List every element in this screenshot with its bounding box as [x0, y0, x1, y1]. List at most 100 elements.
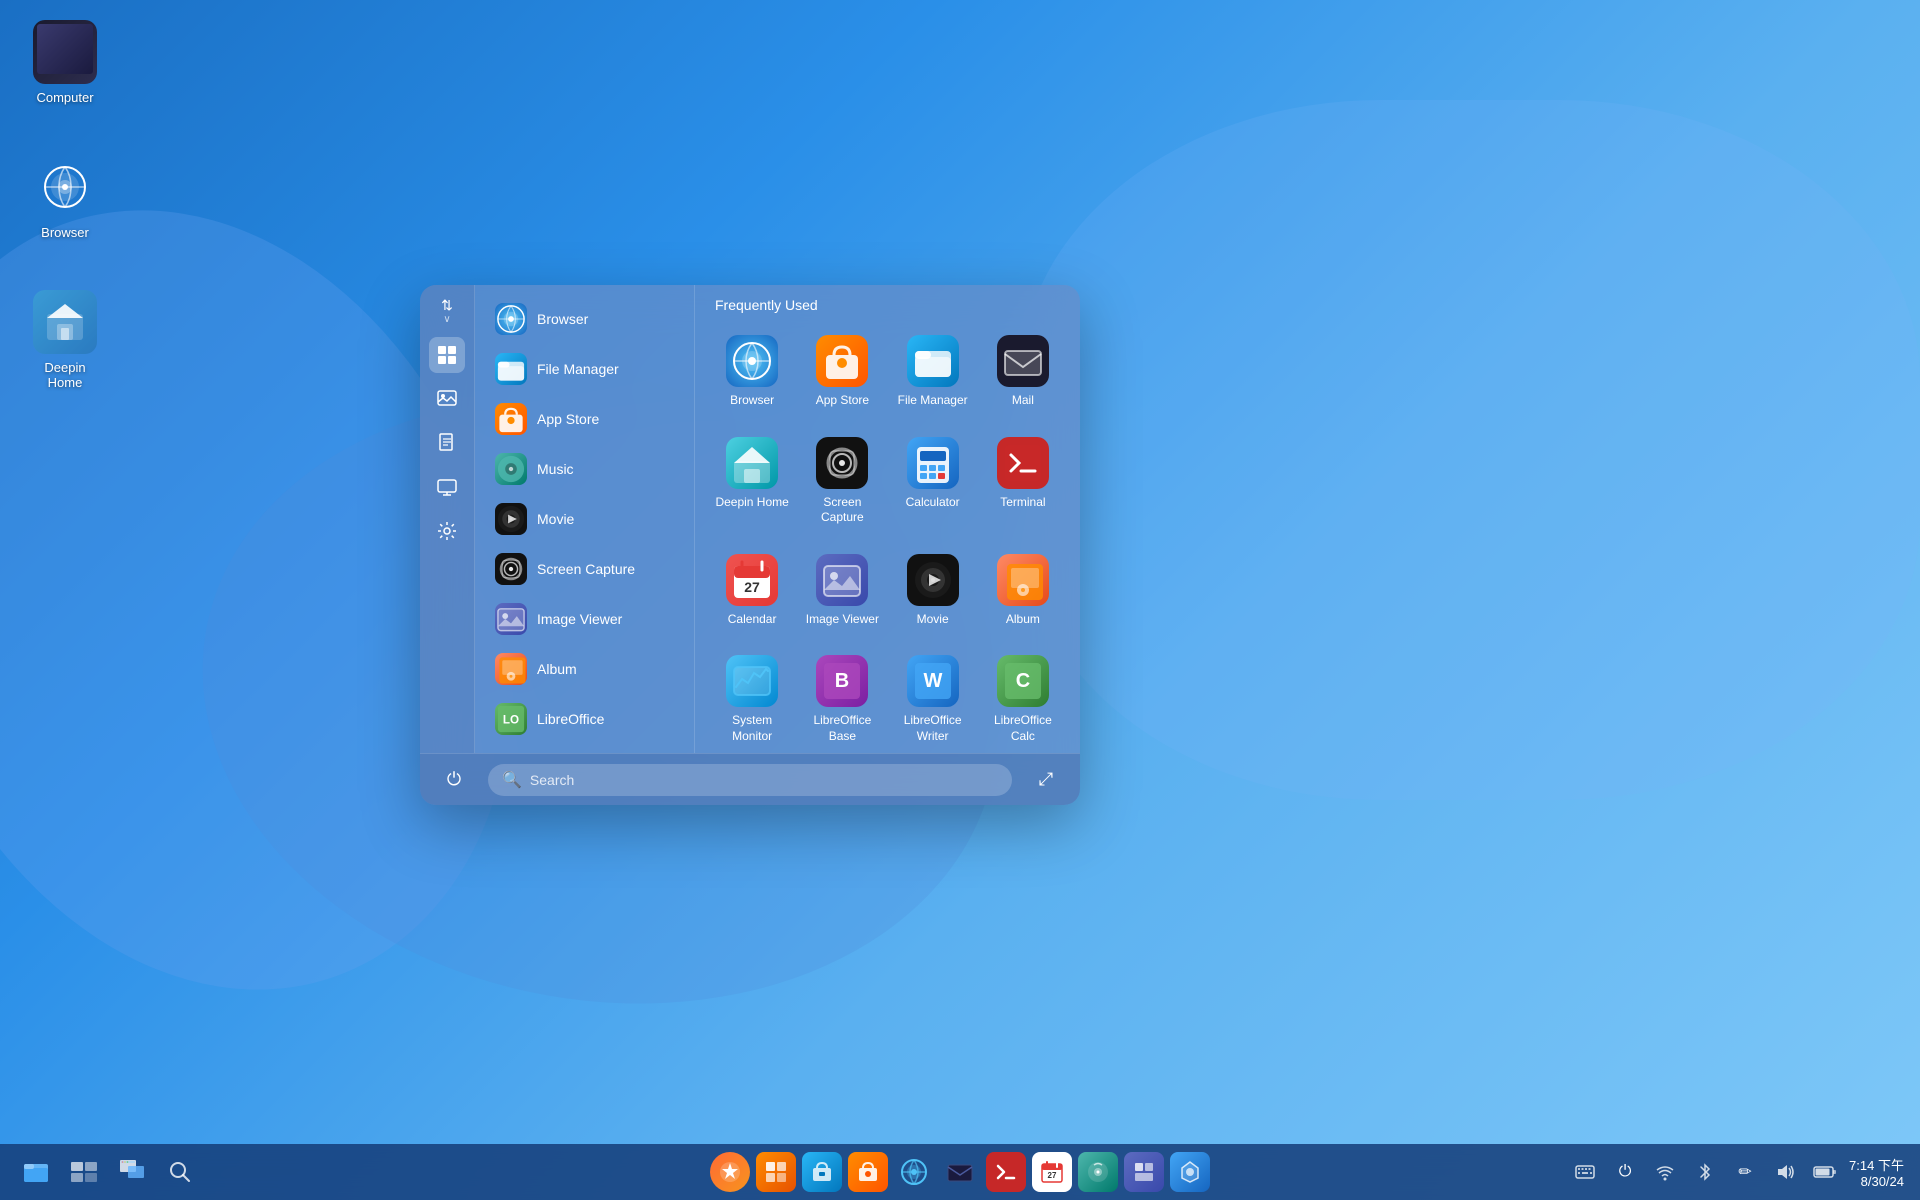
taskbar-multitask[interactable] [64, 1152, 104, 1192]
taskbar-music[interactable] [1078, 1152, 1118, 1192]
browser-label: Browser [41, 225, 89, 240]
desktop-icon-browser[interactable]: Browser [20, 155, 110, 240]
taskbar-launcher[interactable] [710, 1152, 750, 1192]
menu-sidebar: ⇅ ∨ [420, 285, 475, 753]
app-list-item-appstore[interactable]: App Store [481, 395, 688, 443]
freq-item-appstore[interactable]: App Store [801, 325, 883, 419]
taskbar-filemanager[interactable] [16, 1152, 56, 1192]
freq-item-calculator[interactable]: Calculator [892, 427, 974, 536]
freq-title: Frequently Used [711, 297, 1064, 313]
computer-svg [41, 28, 89, 76]
taskbar-time-display[interactable]: 7:14 下午 8/30/24 [1849, 1155, 1904, 1189]
start-menu-body: ⇅ ∨ [420, 285, 1080, 753]
expand-button[interactable]: ⤢ [1028, 762, 1064, 798]
freq-item-album[interactable]: Album [982, 544, 1064, 638]
app-list-item-movie[interactable]: Movie [481, 495, 688, 543]
taskbar-dock-app5[interactable] [1170, 1152, 1210, 1192]
appstore-list-icon [495, 403, 527, 435]
freq-item-movie[interactable]: Movie [892, 544, 974, 638]
taskbar-dock-app4[interactable] [1124, 1152, 1164, 1192]
freq-item-localc[interactable]: CLibreOffice Calc [982, 645, 1064, 753]
taskbar-window-icon [118, 1158, 146, 1186]
app-list-item-music[interactable]: Music [481, 445, 688, 493]
taskbar-volume-icon[interactable] [1769, 1156, 1801, 1188]
search-bar[interactable]: 🔍 Search [488, 764, 1012, 796]
app-list-item-browser[interactable]: Browser [481, 295, 688, 343]
taskbar-calendar[interactable]: 27 [1032, 1152, 1072, 1192]
screencapture-list-label: Screen Capture [537, 561, 635, 577]
album-freq-icon [997, 554, 1049, 606]
sidebar-icon-all-apps[interactable] [429, 337, 465, 373]
taskbar-multitask-icon [70, 1158, 98, 1186]
taskbar-dock-app1[interactable] [756, 1152, 796, 1192]
ampm-value: 下午 [1878, 1158, 1904, 1173]
libreoffice-list-label: LibreOffice [537, 711, 604, 727]
svg-text:W: W [923, 670, 942, 692]
frequently-used-panel: Frequently Used BrowserApp StoreFile Man… [695, 285, 1080, 753]
browser-list-label: Browser [537, 311, 588, 327]
freq-item-mail[interactable]: Mail [982, 325, 1064, 419]
app-list-item-filemanager[interactable]: File Manager [481, 345, 688, 393]
imageviewer-list-icon [495, 603, 527, 635]
freq-item-sysmonitor[interactable]: System Monitor [711, 645, 793, 753]
sort-button[interactable]: ⇅ ∨ [441, 297, 453, 325]
browser-list-icon [495, 303, 527, 335]
taskbar-bluetooth-icon[interactable] [1689, 1156, 1721, 1188]
app-list-item-libreoffice[interactable]: LOLibreOffice [481, 695, 688, 743]
calendar-freq-icon: 27 [726, 554, 778, 606]
desktop-icon-computer[interactable]: Computer [20, 20, 110, 105]
bg-decoration-3 [1020, 100, 1920, 800]
taskbar-terminal[interactable] [986, 1152, 1026, 1192]
power-button[interactable]: ⏻ [436, 762, 472, 798]
taskbar-browser-icon [900, 1158, 928, 1186]
movie-freq-label: Movie [917, 612, 949, 628]
album-freq-label: Album [1006, 612, 1040, 628]
freq-item-lobase[interactable]: B LibreOffice Base [801, 645, 883, 753]
app-list-item-draw[interactable]: Draw [481, 745, 688, 753]
sidebar-icon-media[interactable] [429, 381, 465, 417]
taskbar-calendar-icon: 27 [1040, 1160, 1064, 1184]
app-list-item-imageviewer[interactable]: Image Viewer [481, 595, 688, 643]
freq-item-terminal[interactable]: Terminal [982, 427, 1064, 536]
sidebar-icon-monitor[interactable] [429, 469, 465, 505]
lowriter-freq-label: LibreOffice Writer [896, 713, 970, 744]
taskbar-mail[interactable] [940, 1152, 980, 1192]
freq-item-deepinhome[interactable]: Deepin Home [711, 427, 793, 536]
browser-freq-icon [726, 335, 778, 387]
terminal-freq-label: Terminal [1000, 495, 1045, 511]
menu-bottom-bar: ⏻ 🔍 Search ⤢ [420, 753, 1080, 805]
lowriter-freq-icon: W [907, 655, 959, 707]
taskbar-power-icon[interactable]: ⏻ [1609, 1156, 1641, 1188]
taskbar-dock-app2[interactable] [802, 1152, 842, 1192]
freq-item-browser[interactable]: Browser [711, 325, 793, 419]
calculator-freq-icon [907, 437, 959, 489]
desktop-icon-deepin-home[interactable]: DeepinHome [20, 290, 110, 390]
start-menu: ⇅ ∨ [420, 285, 1080, 805]
taskbar-dock-app3[interactable] [848, 1152, 888, 1192]
lobase-freq-label: LibreOffice Base [805, 713, 879, 744]
app-list-item-screencapture[interactable]: Screen Capture [481, 545, 688, 593]
taskbar-network-icon[interactable] [1649, 1156, 1681, 1188]
dock-app4-icon [1132, 1160, 1156, 1184]
taskbar-search[interactable] [160, 1152, 200, 1192]
grid-icon [437, 345, 457, 365]
freq-item-filemanager[interactable]: File Manager [892, 325, 974, 419]
taskbar-window-manager[interactable] [112, 1152, 152, 1192]
freq-item-imageviewer[interactable]: Image Viewer [801, 544, 883, 638]
freq-item-lowriter[interactable]: W LibreOffice Writer [892, 645, 974, 753]
dock-app5-icon [1178, 1160, 1202, 1184]
mail-freq-icon [997, 335, 1049, 387]
taskbar-keyboard-icon[interactable] [1569, 1156, 1601, 1188]
svg-text:B: B [835, 670, 849, 692]
taskbar-browser[interactable] [894, 1152, 934, 1192]
sidebar-icon-docs[interactable] [429, 425, 465, 461]
monitor-icon [437, 477, 457, 497]
keyboard-svg [1575, 1162, 1595, 1182]
sidebar-icon-settings[interactable] [429, 513, 465, 549]
document-icon [437, 433, 457, 453]
freq-item-calendar[interactable]: 27Calendar [711, 544, 793, 638]
taskbar-pen-icon[interactable]: ✏ [1729, 1156, 1761, 1188]
imageviewer-freq-label: Image Viewer [806, 612, 879, 628]
app-list-item-album[interactable]: Album [481, 645, 688, 693]
freq-item-screencapture[interactable]: Screen Capture [801, 427, 883, 536]
